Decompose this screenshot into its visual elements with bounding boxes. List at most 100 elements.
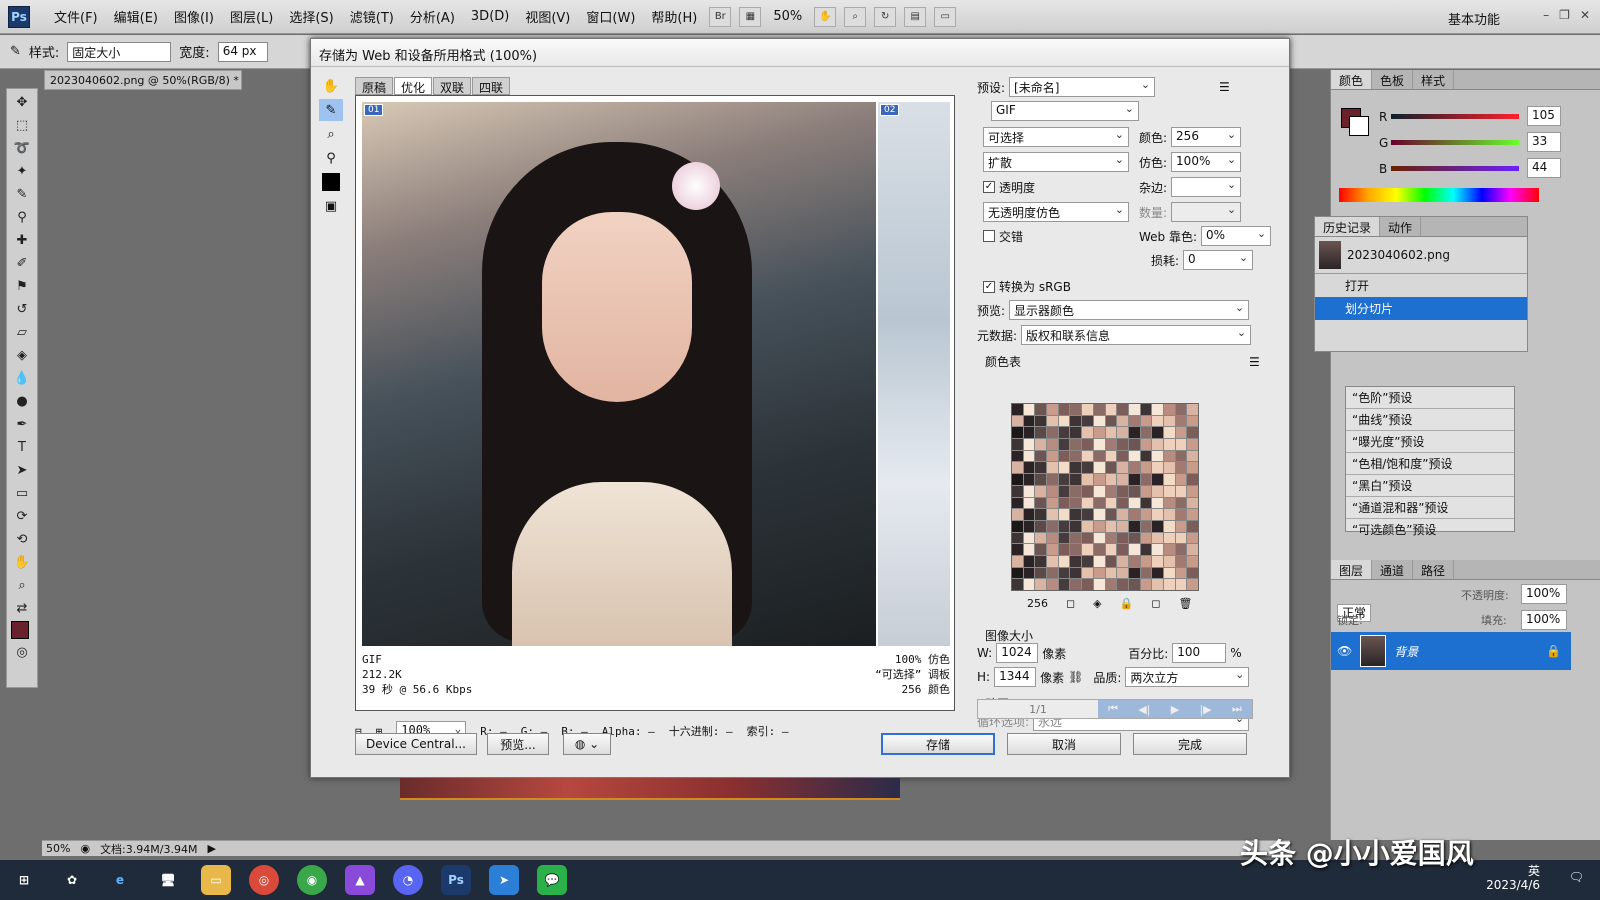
color-table-swatch[interactable] (1058, 532, 1070, 544)
fill-input[interactable]: 100% (1521, 610, 1567, 630)
color-table-swatch[interactable] (1012, 532, 1023, 544)
color-table-swatch[interactable] (1023, 497, 1035, 509)
color-table-swatch[interactable] (1012, 450, 1023, 462)
color-table-swatch[interactable] (1035, 415, 1047, 427)
color-table-swatch[interactable] (1152, 474, 1163, 485)
color-table-swatch[interactable] (1023, 520, 1035, 532)
adjustment-item[interactable]: “色阶”预设 (1346, 387, 1514, 409)
color-table-swatch[interactable] (1117, 579, 1128, 590)
color-table-swatch[interactable] (1163, 415, 1175, 427)
color-table-swatch[interactable] (1140, 450, 1152, 462)
color-table-swatch[interactable] (1070, 509, 1082, 520)
color-table-swatch[interactable] (1023, 555, 1035, 567)
color-table-swatch[interactable] (1035, 427, 1047, 439)
adjustment-item[interactable]: “通道混和器”预设 (1346, 497, 1514, 519)
first-frame-icon[interactable]: ⏮ (1108, 702, 1118, 716)
color-table-swatch[interactable] (1082, 474, 1093, 485)
color-table-swatch[interactable] (1012, 474, 1023, 485)
chrome-icon[interactable]: ◎ (249, 865, 279, 895)
color-table-swatch[interactable] (1105, 520, 1117, 532)
color-table-swatch[interactable] (1035, 579, 1047, 590)
color-table-swatch[interactable] (1187, 462, 1198, 474)
image-height-input[interactable]: 1344 (994, 667, 1037, 687)
adjustment-item[interactable]: “可选颜色”预设 (1346, 519, 1514, 540)
color-table-swatch[interactable] (1093, 439, 1105, 450)
color-table-swatch[interactable] (1035, 555, 1047, 567)
prev-frame-icon[interactable]: ◀| (1138, 703, 1150, 716)
color-table-swatch[interactable] (1163, 427, 1175, 439)
color-table-swatch[interactable] (1117, 427, 1128, 439)
color-table-swatch[interactable] (1070, 474, 1082, 485)
r-slider[interactable] (1391, 114, 1519, 119)
color-table-swatch[interactable] (1093, 415, 1105, 427)
color-table-swatch[interactable] (1082, 544, 1093, 555)
color-table-swatch[interactable] (1163, 462, 1175, 474)
color-table-swatch[interactable] (1128, 439, 1140, 450)
zoom-tool-icon[interactable]: ⌕ (319, 123, 343, 145)
color-table-swatch[interactable] (1047, 532, 1058, 544)
color-table-swatch[interactable] (1140, 474, 1152, 485)
color-table-swatch[interactable] (1152, 532, 1163, 544)
color-table-swatch[interactable] (1012, 427, 1023, 439)
color-table-swatch[interactable] (1058, 427, 1070, 439)
color-table-swatch[interactable] (1058, 520, 1070, 532)
color-table-swatch[interactable] (1093, 450, 1105, 462)
color-table-swatch[interactable] (1140, 485, 1152, 497)
color-table-swatch[interactable] (1070, 555, 1082, 567)
zoom-readout[interactable]: 50% (46, 842, 70, 855)
color-table-swatch[interactable] (1023, 415, 1035, 427)
preview-color-select[interactable]: 显示器颜色 (1009, 300, 1250, 320)
color-table-swatch[interactable] (1047, 497, 1058, 509)
color-table-swatch[interactable] (1047, 567, 1058, 579)
file-explorer-icon[interactable]: ▭ (201, 865, 231, 895)
zoom-tool-icon[interactable]: ⌕ (844, 6, 867, 27)
color-table-swatch[interactable] (1105, 544, 1117, 555)
color-table-swatch[interactable] (1093, 497, 1105, 509)
color-table-swatch[interactable] (1058, 404, 1070, 415)
color-table-swatch[interactable] (1070, 579, 1082, 590)
colors-select[interactable]: 256 (1171, 127, 1242, 147)
color-table-swatch[interactable] (1082, 450, 1093, 462)
metadata-select[interactable]: 版权和联系信息 (1021, 325, 1252, 345)
tab-2up[interactable]: 双联 (433, 77, 472, 95)
lasso-tool-icon[interactable]: ➰ (10, 138, 34, 158)
pen-tool-icon[interactable]: ✒ (10, 414, 34, 434)
color-table-swatch[interactable] (1035, 520, 1047, 532)
color-table-swatch[interactable] (1035, 462, 1047, 474)
color-table-swatch[interactable] (1187, 532, 1198, 544)
next-frame-icon[interactable]: |▶ (1199, 703, 1211, 716)
color-table-swatch[interactable] (1035, 532, 1047, 544)
color-bg-swatch[interactable] (1349, 116, 1369, 136)
clone-stamp-icon[interactable]: ⚑ (10, 276, 34, 296)
color-table-swatch[interactable] (1187, 544, 1198, 555)
browser-select-button[interactable]: ◍ ⌄ (563, 733, 611, 755)
color-table-swatch[interactable] (1070, 485, 1082, 497)
color-table-swatch[interactable] (1117, 485, 1128, 497)
color-table-swatch[interactable] (1140, 462, 1152, 474)
interlaced-checkbox[interactable] (983, 230, 995, 242)
green-app-icon[interactable]: ◉ (297, 865, 327, 895)
color-table-swatch[interactable] (1105, 427, 1117, 439)
r-value-input[interactable]: 105 (1527, 106, 1561, 126)
color-table-swatch[interactable] (1152, 427, 1163, 439)
color-table-swatch[interactable] (1175, 427, 1187, 439)
close-icon[interactable]: ✕ (1580, 8, 1590, 22)
color-table-swatch[interactable] (1047, 579, 1058, 590)
color-table-swatch[interactable] (1163, 509, 1175, 520)
color-table-swatch[interactable] (1187, 567, 1198, 579)
menu-image[interactable]: 图像(I) (166, 7, 222, 26)
color-table-swatch[interactable] (1012, 439, 1023, 450)
preset-menu-icon[interactable]: ☰ (1219, 80, 1230, 94)
opacity-input[interactable]: 100% (1521, 584, 1567, 604)
color-table-swatch[interactable] (1128, 427, 1140, 439)
color-table-swatch[interactable] (1105, 485, 1117, 497)
color-table-swatch[interactable] (1128, 404, 1140, 415)
color-table-swatch[interactable] (1175, 497, 1187, 509)
color-table-swatch[interactable] (1140, 555, 1152, 567)
color-table-swatch[interactable] (1047, 427, 1058, 439)
color-table-swatch[interactable] (1187, 555, 1198, 567)
color-table-swatch[interactable] (1058, 555, 1070, 567)
bridge-button[interactable]: Br (709, 6, 732, 27)
color-table-swatch[interactable] (1163, 579, 1175, 590)
preview-image[interactable]: 01 (362, 102, 876, 646)
